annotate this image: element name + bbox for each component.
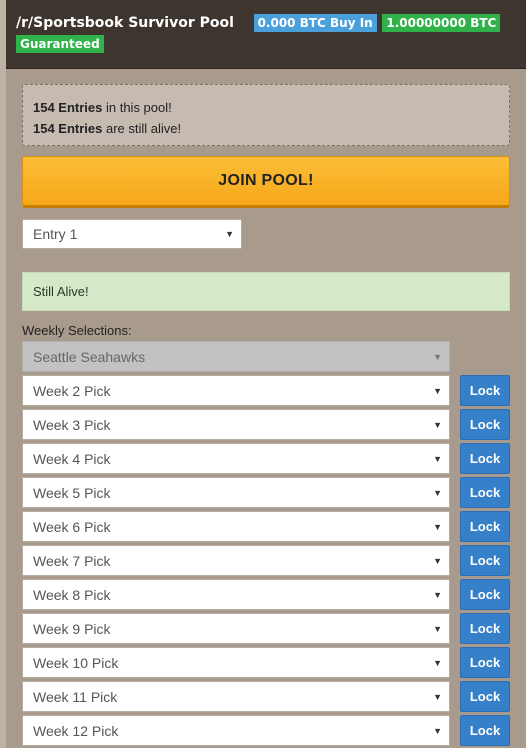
- week-pick-placeholder: Week 6 Pick: [33, 518, 111, 535]
- week-pick-select[interactable]: Week 10 Pick ▼: [22, 647, 450, 678]
- lock-button[interactable]: Lock: [460, 545, 510, 576]
- alive-line: 154 Entries are still alive!: [33, 118, 499, 139]
- week-pick-select[interactable]: Week 3 Pick ▼: [22, 409, 450, 440]
- chevron-down-icon: ▼: [433, 487, 442, 498]
- status-alert: Still Alive!: [22, 272, 510, 311]
- week-pick-select[interactable]: Week 11 Pick ▼: [22, 681, 450, 712]
- week-pick-placeholder: Week 2 Pick: [33, 382, 111, 399]
- guaranteed-amount-badge: 1.00000000 BTC: [382, 14, 501, 32]
- week-pick-placeholder: Week 9 Pick: [33, 620, 111, 637]
- week-pick-select[interactable]: Week 5 Pick ▼: [22, 477, 450, 508]
- chevron-down-icon: ▼: [433, 555, 442, 566]
- week-pick-select[interactable]: Week 6 Pick ▼: [22, 511, 450, 542]
- lock-button[interactable]: Lock: [460, 647, 510, 678]
- week-pick-placeholder: Week 11 Pick: [33, 688, 118, 705]
- chevron-down-icon: ▼: [433, 589, 442, 600]
- week-pick-select[interactable]: Week 9 Pick ▼: [22, 613, 450, 644]
- chevron-down-icon: ▼: [433, 521, 442, 532]
- chevron-down-icon: ▼: [433, 691, 442, 702]
- entry-select[interactable]: Entry 1 ▼: [22, 219, 242, 249]
- entries-line: 154 Entries in this pool!: [33, 97, 499, 118]
- entries-text: in this pool!: [102, 100, 172, 115]
- lock-button[interactable]: Lock: [460, 613, 510, 644]
- guaranteed-label-badge: Guaranteed: [16, 35, 104, 53]
- lock-button[interactable]: Lock: [460, 715, 510, 746]
- buy-in-badge: 0.000 BTC Buy In: [253, 14, 377, 32]
- lock-button[interactable]: Lock: [460, 443, 510, 474]
- week-pick-placeholder: Week 8 Pick: [33, 586, 111, 603]
- week-1-selected-team: Seattle Seahawks: [33, 348, 146, 365]
- week-pick-select[interactable]: Week 2 Pick ▼: [22, 375, 450, 406]
- week-pick-placeholder: Week 4 Pick: [33, 450, 111, 467]
- alive-count: 154 Entries: [33, 121, 103, 136]
- lock-button[interactable]: Lock: [460, 375, 510, 406]
- week-pick-placeholder: Week 7 Pick: [33, 552, 111, 569]
- chevron-down-icon: ▼: [433, 351, 442, 362]
- week-pick-select[interactable]: Week 12 Pick ▼: [22, 715, 450, 746]
- left-edge-strip: [0, 0, 6, 748]
- week-pick-select[interactable]: Week 7 Pick ▼: [22, 545, 450, 576]
- entry-select-value: Entry 1: [33, 226, 78, 242]
- chevron-down-icon: ▼: [433, 419, 442, 430]
- week-1-select-locked: Seattle Seahawks ▼: [22, 341, 450, 372]
- chevron-down-icon: ▼: [225, 229, 234, 239]
- lock-button[interactable]: Lock: [460, 511, 510, 542]
- pool-header: /r/Sportsbook Survivor Pool 0.000 BTC Bu…: [6, 0, 526, 69]
- chevron-down-icon: ▼: [433, 453, 442, 464]
- pool-info-box: 154 Entries in this pool! 154 Entries ar…: [22, 84, 510, 146]
- week-pick-select[interactable]: Week 4 Pick ▼: [22, 443, 450, 474]
- chevron-down-icon: ▼: [433, 623, 442, 634]
- weekly-selections-label: Weekly Selections:: [22, 323, 132, 338]
- pool-title: /r/Sportsbook Survivor Pool: [16, 15, 234, 31]
- lock-button[interactable]: Lock: [460, 579, 510, 610]
- lock-button[interactable]: Lock: [460, 477, 510, 508]
- chevron-down-icon: ▼: [433, 657, 442, 668]
- alive-text: are still alive!: [102, 121, 182, 136]
- week-pick-placeholder: Week 3 Pick: [33, 416, 111, 433]
- week-pick-placeholder: Week 5 Pick: [33, 484, 111, 501]
- chevron-down-icon: ▼: [433, 725, 442, 736]
- chevron-down-icon: ▼: [433, 385, 442, 396]
- week-pick-select[interactable]: Week 8 Pick ▼: [22, 579, 450, 610]
- week-pick-placeholder: Week 10 Pick: [33, 654, 119, 671]
- lock-button[interactable]: Lock: [460, 409, 510, 440]
- entries-count: 154 Entries: [33, 100, 103, 115]
- week-pick-placeholder: Week 12 Pick: [33, 722, 119, 739]
- lock-button[interactable]: Lock: [460, 681, 510, 712]
- join-pool-button[interactable]: JOIN POOL!: [22, 156, 510, 208]
